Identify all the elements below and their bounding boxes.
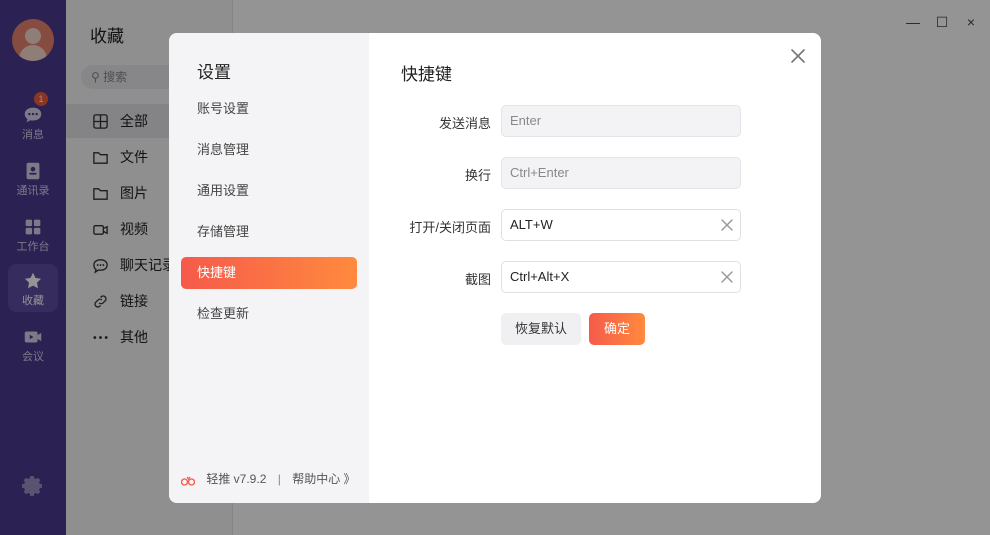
close-icon[interactable] <box>788 46 808 66</box>
shortcut-newline-field: Ctrl+Enter <box>501 157 741 189</box>
shortcut-label-toggle-page: 打开/关闭页面 <box>409 220 491 235</box>
settings-sidebar: 设置 账号设置 消息管理 通用设置 存储管理 快捷键 检查更新 轻推 v7.9.… <box>169 33 369 503</box>
reset-default-button[interactable]: 恢复默认 <box>501 313 581 345</box>
shortcut-value: Ctrl+Alt+X <box>510 269 570 284</box>
app-logo-icon <box>181 476 195 486</box>
shortcut-value: ALT+W <box>510 217 553 232</box>
clear-icon[interactable] <box>720 218 734 232</box>
settings-title: 设置 <box>197 63 231 82</box>
settings-nav-messages[interactable]: 消息管理 <box>181 134 357 166</box>
shortcut-label-newline: 换行 <box>464 168 491 183</box>
settings-dialog: 设置 账号设置 消息管理 通用设置 存储管理 快捷键 检查更新 轻推 v7.9.… <box>169 33 821 503</box>
settings-footer: 轻推 v7.9.2 | 帮助中心 》 <box>181 470 356 487</box>
shortcut-value: Enter <box>510 113 542 128</box>
settings-nav-storage[interactable]: 存储管理 <box>181 216 357 248</box>
shortcut-label-send: 发送消息 <box>438 116 491 131</box>
shortcuts-title: 快捷键 <box>401 65 452 84</box>
shortcut-send-field: Enter <box>501 105 741 137</box>
clear-icon[interactable] <box>720 270 734 284</box>
confirm-button[interactable]: 确定 <box>589 313 645 345</box>
settings-nav-check-update[interactable]: 检查更新 <box>181 298 357 330</box>
settings-nav-shortcuts[interactable]: 快捷键 <box>181 257 357 289</box>
shortcut-value: Ctrl+Enter <box>510 165 569 180</box>
settings-nav-account[interactable]: 账号设置 <box>181 93 357 125</box>
app-version: 轻推 v7.9.2 <box>206 472 267 486</box>
shortcut-label-screenshot: 截图 <box>464 272 491 287</box>
shortcut-screenshot-field[interactable]: Ctrl+Alt+X <box>501 261 741 293</box>
footer-separator: | <box>277 472 281 486</box>
help-center-link[interactable]: 帮助中心 》 <box>292 472 355 486</box>
settings-nav-general[interactable]: 通用设置 <box>181 175 357 207</box>
shortcut-toggle-page-field[interactable]: ALT+W <box>501 209 741 241</box>
